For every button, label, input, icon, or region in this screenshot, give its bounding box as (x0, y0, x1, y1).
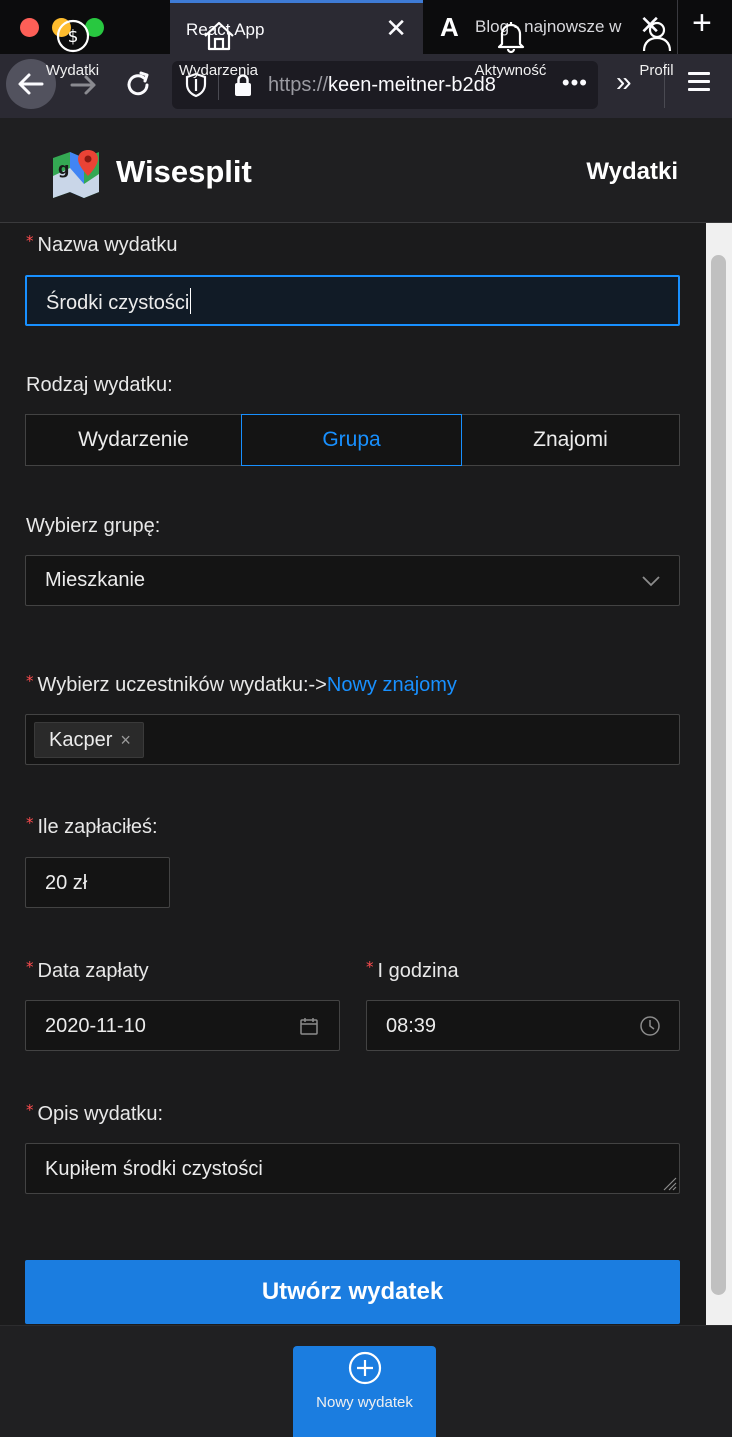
date-label-text: Data zapłaty (37, 960, 149, 982)
participants-select[interactable]: Kacper × (25, 714, 680, 765)
paid-label-text: Ile zapłaciłeś: (37, 816, 158, 838)
maps-logo-icon: g (53, 150, 99, 198)
description-label: * Opis wydatku: (26, 1101, 164, 1126)
description-value: Kupiłem środki czystości (45, 1158, 263, 1180)
svg-text:$: $ (67, 27, 78, 47)
time-label: * I godzina (366, 958, 459, 983)
type-option-grupa[interactable]: Grupa (241, 414, 462, 466)
date-value: 2020-11-10 (45, 1015, 146, 1037)
required-mark: * (26, 232, 34, 250)
bottom-nav-aktywnosc[interactable]: Aktywność (438, 18, 583, 108)
amount-value: 20 zł (45, 872, 88, 894)
chevron-down-icon (642, 576, 660, 587)
participant-tag-label: Kacper (49, 728, 113, 751)
bottom-nav-label: Wydatki (45, 62, 100, 79)
bottom-nav-label: Profil (639, 62, 674, 79)
name-label-text: Nazwa wydatku (37, 234, 178, 256)
type-option-wydarzenie[interactable]: Wydarzenie (25, 414, 242, 466)
amount-input[interactable]: 20 zł (25, 857, 170, 908)
required-mark: * (26, 1101, 34, 1119)
participant-tag: Kacper × (34, 722, 144, 758)
bottom-nav-profil[interactable]: Profil (584, 18, 729, 108)
scrollbar-thumb[interactable] (711, 255, 726, 1295)
tag-remove-icon[interactable]: × (120, 730, 131, 751)
group-select[interactable]: Mieszkanie (25, 555, 680, 606)
bottom-nav-label: Nowy wydatek (316, 1394, 413, 1411)
bell-icon (497, 22, 524, 54)
bottom-nav-label: Aktywność (474, 62, 547, 79)
time-value: 08:39 (386, 1015, 437, 1037)
clock-icon[interactable] (639, 1015, 661, 1037)
date-label: * Data zapłaty (26, 958, 149, 983)
type-option-znajomi[interactable]: Znajomi (461, 414, 680, 466)
participants-label-text: Wybierz uczestników wydatku:-> (37, 674, 327, 696)
calendar-icon[interactable] (299, 1016, 319, 1036)
required-mark: * (366, 958, 374, 976)
type-label: Rodzaj wydatku: (26, 374, 173, 396)
text-caret (190, 288, 192, 314)
plus-circle-icon (348, 1351, 381, 1385)
required-mark: * (26, 958, 34, 976)
resize-handle-icon[interactable] (661, 1175, 677, 1191)
app-header: g Wisesplit Wydatki (0, 118, 732, 223)
home-icon (203, 21, 234, 51)
time-label-text: I godzina (377, 960, 459, 982)
tab-close-icon[interactable]: ✕ (385, 15, 407, 41)
participants-label: * Wybierz uczestników wydatku:->Nowy znaj… (26, 672, 457, 697)
create-expense-button[interactable]: Utwórz wydatek (25, 1260, 680, 1324)
header-nav-wydatki[interactable]: Wydatki (586, 158, 678, 186)
paid-label: * Ile zapłaciłeś: (26, 814, 158, 839)
date-picker-input[interactable]: 2020-11-10 (25, 1000, 340, 1051)
svg-text:g: g (58, 159, 69, 178)
required-mark: * (26, 814, 34, 832)
bottom-nav-label: Wydarzenia (178, 62, 259, 79)
group-label: Wybierz grupę: (26, 515, 161, 537)
dollar-circle-icon: $ (56, 19, 89, 53)
bottom-nav-wydarzenia[interactable]: Wydarzenia (146, 18, 291, 108)
description-label-text: Opis wydatku: (37, 1103, 164, 1125)
expense-name-input[interactable]: Środki czystości (25, 275, 680, 326)
description-textarea[interactable]: Kupiłem środki czystości (25, 1143, 680, 1194)
brand-name: Wisesplit (116, 154, 252, 189)
required-mark: * (26, 672, 34, 690)
name-label: * Nazwa wydatku (26, 232, 178, 257)
new-friend-link[interactable]: Nowy znajomy (327, 674, 457, 696)
bottom-nav-nowy-wydatek[interactable]: Nowy wydatek (292, 1346, 437, 1436)
expense-name-value: Środki czystości (46, 288, 192, 315)
group-select-value: Mieszkanie (45, 569, 146, 591)
bottom-nav-wydatki[interactable]: $ Wydatki (0, 18, 145, 108)
time-picker-input[interactable]: 08:39 (366, 1000, 680, 1051)
user-icon (642, 21, 671, 52)
